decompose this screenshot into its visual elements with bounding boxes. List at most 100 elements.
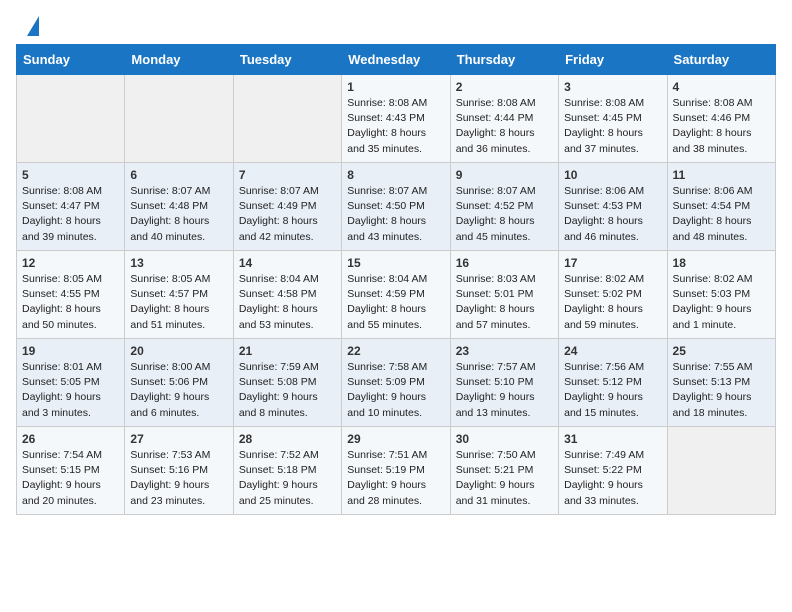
day-info: Sunrise: 8:04 AM Sunset: 4:58 PM Dayligh…: [239, 272, 336, 333]
calendar-cell: [233, 75, 341, 163]
calendar-cell: [125, 75, 233, 163]
calendar-cell: 2 Sunrise: 8:08 AM Sunset: 4:44 PM Daylig…: [450, 75, 558, 163]
calendar-week-row: 12 Sunrise: 8:05 AM Sunset: 4:55 PM Dayli…: [17, 251, 776, 339]
calendar-cell: 8 Sunrise: 8:07 AM Sunset: 4:50 PM Daylig…: [342, 163, 450, 251]
calendar-cell: 22 Sunrise: 7:58 AM Sunset: 5:09 PM Dayli…: [342, 339, 450, 427]
calendar-cell: 11 Sunrise: 8:06 AM Sunset: 4:54 PM Dayli…: [667, 163, 775, 251]
calendar-day-header: Thursday: [450, 45, 558, 75]
calendar-cell: 10Sunrise: 8:06 AM Sunset: 4:53 PM Dayli…: [559, 163, 667, 251]
day-number: 16: [456, 256, 553, 270]
calendar-cell: 28Sunrise: 7:52 AM Sunset: 5:18 PM Dayli…: [233, 427, 341, 515]
calendar-cell: 3 Sunrise: 8:08 AM Sunset: 4:45 PM Daylig…: [559, 75, 667, 163]
day-number: 8: [347, 168, 444, 182]
day-info: Sunrise: 7:49 AM Sunset: 5:22 PM Dayligh…: [564, 448, 661, 509]
day-number: 12: [22, 256, 119, 270]
calendar-cell: 24 Sunrise: 7:56 AM Sunset: 5:12 PM Dayli…: [559, 339, 667, 427]
day-number: 26: [22, 432, 119, 446]
calendar-cell: [17, 75, 125, 163]
calendar-cell: 6 Sunrise: 8:07 AM Sunset: 4:48 PM Daylig…: [125, 163, 233, 251]
logo-triangle-icon: [27, 16, 39, 36]
day-number: 31: [564, 432, 661, 446]
calendar-cell: 25 Sunrise: 7:55 AM Sunset: 5:13 PM Dayli…: [667, 339, 775, 427]
day-number: 24: [564, 344, 661, 358]
day-info: Sunrise: 8:06 AM Sunset: 4:54 PM Dayligh…: [673, 184, 770, 245]
day-info: Sunrise: 7:51 AM Sunset: 5:19 PM Dayligh…: [347, 448, 444, 509]
logo: [24, 18, 41, 36]
day-info: Sunrise: 8:08 AM Sunset: 4:43 PM Dayligh…: [347, 96, 444, 157]
day-number: 5: [22, 168, 119, 182]
day-number: 14: [239, 256, 336, 270]
day-info: Sunrise: 8:08 AM Sunset: 4:45 PM Dayligh…: [564, 96, 661, 157]
day-number: 18: [673, 256, 770, 270]
calendar-cell: 30 Sunrise: 7:50 AM Sunset: 5:21 PM Dayli…: [450, 427, 558, 515]
day-number: 15: [347, 256, 444, 270]
day-number: 17: [564, 256, 661, 270]
day-info: Sunrise: 8:04 AM Sunset: 4:59 PM Dayligh…: [347, 272, 444, 333]
day-info: Sunrise: 7:57 AM Sunset: 5:10 PM Dayligh…: [456, 360, 553, 421]
day-number: 2: [456, 80, 553, 94]
calendar-cell: 12 Sunrise: 8:05 AM Sunset: 4:55 PM Dayli…: [17, 251, 125, 339]
calendar-cell: 18 Sunrise: 8:02 AM Sunset: 5:03 PM Dayli…: [667, 251, 775, 339]
day-info: Sunrise: 8:08 AM Sunset: 4:47 PM Dayligh…: [22, 184, 119, 245]
day-number: 22: [347, 344, 444, 358]
day-info: Sunrise: 7:50 AM Sunset: 5:21 PM Dayligh…: [456, 448, 553, 509]
day-number: 6: [130, 168, 227, 182]
day-number: 29: [347, 432, 444, 446]
day-info: Sunrise: 8:08 AM Sunset: 4:44 PM Dayligh…: [456, 96, 553, 157]
calendar-day-header: Wednesday: [342, 45, 450, 75]
calendar-week-row: 5 Sunrise: 8:08 AM Sunset: 4:47 PM Daylig…: [17, 163, 776, 251]
calendar-cell: 7Sunrise: 8:07 AM Sunset: 4:49 PM Daylig…: [233, 163, 341, 251]
day-info: Sunrise: 8:02 AM Sunset: 5:03 PM Dayligh…: [673, 272, 770, 333]
day-info: Sunrise: 7:56 AM Sunset: 5:12 PM Dayligh…: [564, 360, 661, 421]
day-number: 13: [130, 256, 227, 270]
day-info: Sunrise: 7:58 AM Sunset: 5:09 PM Dayligh…: [347, 360, 444, 421]
day-info: Sunrise: 8:00 AM Sunset: 5:06 PM Dayligh…: [130, 360, 227, 421]
day-number: 28: [239, 432, 336, 446]
calendar-day-header: Saturday: [667, 45, 775, 75]
day-info: Sunrise: 8:06 AM Sunset: 4:53 PM Dayligh…: [564, 184, 661, 245]
day-number: 3: [564, 80, 661, 94]
day-number: 30: [456, 432, 553, 446]
calendar-day-header: Friday: [559, 45, 667, 75]
day-info: Sunrise: 7:54 AM Sunset: 5:15 PM Dayligh…: [22, 448, 119, 509]
calendar-cell: 9Sunrise: 8:07 AM Sunset: 4:52 PM Daylig…: [450, 163, 558, 251]
calendar-week-row: 19Sunrise: 8:01 AM Sunset: 5:05 PM Dayli…: [17, 339, 776, 427]
calendar-cell: 13 Sunrise: 8:05 AM Sunset: 4:57 PM Dayli…: [125, 251, 233, 339]
calendar-cell: 5 Sunrise: 8:08 AM Sunset: 4:47 PM Daylig…: [17, 163, 125, 251]
calendar-week-row: 1 Sunrise: 8:08 AM Sunset: 4:43 PM Daylig…: [17, 75, 776, 163]
day-number: 4: [673, 80, 770, 94]
calendar-cell: 27Sunrise: 7:53 AM Sunset: 5:16 PM Dayli…: [125, 427, 233, 515]
page-header: [0, 0, 792, 44]
day-info: Sunrise: 8:07 AM Sunset: 4:52 PM Dayligh…: [456, 184, 553, 245]
calendar-wrapper: SundayMondayTuesdayWednesdayThursdayFrid…: [0, 44, 792, 531]
day-info: Sunrise: 8:05 AM Sunset: 4:57 PM Dayligh…: [130, 272, 227, 333]
calendar-cell: 16 Sunrise: 8:03 AM Sunset: 5:01 PM Dayli…: [450, 251, 558, 339]
day-info: Sunrise: 7:55 AM Sunset: 5:13 PM Dayligh…: [673, 360, 770, 421]
day-number: 19: [22, 344, 119, 358]
day-number: 7: [239, 168, 336, 182]
calendar-day-header: Sunday: [17, 45, 125, 75]
day-number: 25: [673, 344, 770, 358]
day-info: Sunrise: 8:03 AM Sunset: 5:01 PM Dayligh…: [456, 272, 553, 333]
day-info: Sunrise: 8:05 AM Sunset: 4:55 PM Dayligh…: [22, 272, 119, 333]
calendar-cell: 21Sunrise: 7:59 AM Sunset: 5:08 PM Dayli…: [233, 339, 341, 427]
calendar-table: SundayMondayTuesdayWednesdayThursdayFrid…: [16, 44, 776, 515]
day-number: 11: [673, 168, 770, 182]
day-number: 1: [347, 80, 444, 94]
day-number: 23: [456, 344, 553, 358]
calendar-cell: 19Sunrise: 8:01 AM Sunset: 5:05 PM Dayli…: [17, 339, 125, 427]
day-number: 20: [130, 344, 227, 358]
calendar-cell: 20 Sunrise: 8:00 AM Sunset: 5:06 PM Dayli…: [125, 339, 233, 427]
calendar-day-header: Monday: [125, 45, 233, 75]
calendar-cell: [667, 427, 775, 515]
day-info: Sunrise: 7:59 AM Sunset: 5:08 PM Dayligh…: [239, 360, 336, 421]
calendar-day-header: Tuesday: [233, 45, 341, 75]
calendar-cell: 17 Sunrise: 8:02 AM Sunset: 5:02 PM Dayli…: [559, 251, 667, 339]
calendar-cell: 23 Sunrise: 7:57 AM Sunset: 5:10 PM Dayli…: [450, 339, 558, 427]
day-info: Sunrise: 8:08 AM Sunset: 4:46 PM Dayligh…: [673, 96, 770, 157]
calendar-cell: 15 Sunrise: 8:04 AM Sunset: 4:59 PM Dayli…: [342, 251, 450, 339]
day-info: Sunrise: 8:07 AM Sunset: 4:48 PM Dayligh…: [130, 184, 227, 245]
day-info: Sunrise: 8:02 AM Sunset: 5:02 PM Dayligh…: [564, 272, 661, 333]
day-info: Sunrise: 8:07 AM Sunset: 4:50 PM Dayligh…: [347, 184, 444, 245]
calendar-week-row: 26 Sunrise: 7:54 AM Sunset: 5:15 PM Dayli…: [17, 427, 776, 515]
